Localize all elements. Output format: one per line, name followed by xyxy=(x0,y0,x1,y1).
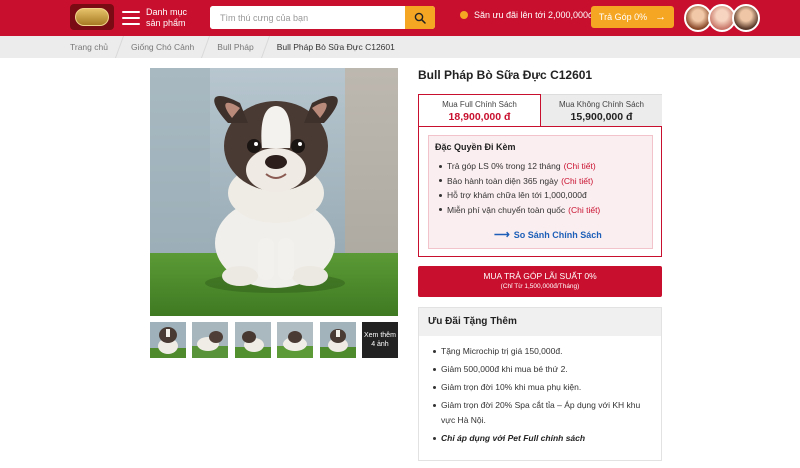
site-logo[interactable] xyxy=(70,4,114,30)
list-item: Giảm trọn đời 20% Spa cắt tỉa – Áp dụng … xyxy=(419,398,661,428)
list-item: Trả góp LS 0% trong 12 tháng (Chi tiết) xyxy=(435,159,600,174)
buy-button-label: MUA TRẢ GÓP LÃI SUẤT 0% xyxy=(483,271,597,281)
tab-price: 15,900,000 đ xyxy=(570,111,633,123)
benefit-text: Miễn phí vận chuyển toàn quốc xyxy=(447,204,566,215)
detail-link[interactable]: (Chi tiết) xyxy=(568,203,600,218)
bullet-icon xyxy=(433,404,436,407)
compare-policy-link[interactable]: ⟶ So Sánh Chính Sách xyxy=(494,228,602,241)
buy-button-sublabel: (Chỉ Từ 1,500,000đ/Tháng) xyxy=(500,283,580,290)
price-tabs: Mua Full Chính Sách 18,900,000 đ Mua Khô… xyxy=(418,94,662,127)
list-item: Giảm 500,000đ khi mua bé thứ 2. xyxy=(419,362,661,377)
gifts-title: Ưu Đãi Tặng Thêm xyxy=(419,308,661,336)
tab-no-policy[interactable]: Mua Không Chính Sách 15,900,000 đ xyxy=(541,94,662,126)
tab-price: 18,900,000 đ xyxy=(448,111,511,123)
puppy-photo xyxy=(150,68,398,316)
thumbnail[interactable] xyxy=(319,322,356,358)
gift-text: Giảm trọn đời 10% khi mua phụ kiện. xyxy=(441,382,582,392)
list-item: Bảo hành toàn diện 365 ngày (Chi tiết) xyxy=(435,174,600,189)
view-more-photos[interactable]: Xem thêm 4 ảnh xyxy=(361,322,398,358)
thumbnail-image xyxy=(192,322,229,358)
installment-label: Trả Góp 0% xyxy=(598,12,648,22)
promo-text: Săn ưu đãi lên tới 2,000,000đ xyxy=(474,10,594,20)
bullet-icon xyxy=(439,208,442,212)
list-item: Giảm trọn đời 10% khi mua phụ kiện. xyxy=(419,380,661,395)
tab-full-policy[interactable]: Mua Full Chính Sách 18,900,000 đ xyxy=(418,94,541,127)
promo-banner[interactable]: Săn ưu đãi lên tới 2,000,000đ xyxy=(460,10,593,20)
hamburger-icon xyxy=(122,11,140,25)
avatar xyxy=(732,4,760,32)
breadcrumb-separator xyxy=(201,36,211,58)
category-menu-button[interactable]: Danh mục sản phẩm xyxy=(122,5,188,31)
benefits-list: Trả góp LS 0% trong 12 tháng (Chi tiết) B… xyxy=(435,159,600,217)
buy-installment-button[interactable]: MUA TRẢ GÓP LÃI SUẤT 0% (Chỉ Từ 1,500,00… xyxy=(418,266,662,297)
search-button[interactable] xyxy=(405,6,435,29)
breadcrumb: Trang chủ Giống Chó Cảnh Bull Pháp Bull … xyxy=(70,36,395,58)
benefit-text: Bảo hành toàn diện 365 ngày xyxy=(447,175,559,186)
arrow-right-icon: → xyxy=(655,11,667,23)
installment-button[interactable]: Trả Góp 0% → xyxy=(591,6,674,28)
tab-label: Mua Full Chính Sách xyxy=(442,100,517,109)
promo-dot-icon xyxy=(460,11,468,19)
bullet-icon xyxy=(439,193,442,197)
search-icon xyxy=(414,12,426,24)
arrow-right-icon: ⟶ xyxy=(494,229,510,241)
breadcrumb-current: Bull Pháp Bò Sữa Đực C12601 xyxy=(276,42,395,52)
list-item: Tặng Microchip trị giá 150,000đ. xyxy=(419,344,661,359)
search-input[interactable] xyxy=(210,6,405,29)
bullet-icon xyxy=(433,350,436,353)
thumbnail[interactable] xyxy=(234,322,271,358)
breadcrumb-category[interactable]: Giống Chó Cảnh xyxy=(131,42,194,52)
bullet-icon xyxy=(433,368,436,371)
bullet-icon xyxy=(439,179,442,183)
benefit-text: Hỗ trợ khám chữa lên tới 1,000,000đ xyxy=(447,190,587,200)
gift-note: Chỉ áp dụng với Pet Full chính sách xyxy=(441,433,586,443)
breadcrumb-bar: Trang chủ Giống Chó Cảnh Bull Pháp Bull … xyxy=(0,36,800,58)
list-item: Chỉ áp dụng với Pet Full chính sách xyxy=(419,431,661,446)
bullet-icon xyxy=(433,437,436,440)
benefits-card: Đặc Quyền Đi Kèm Trả góp LS 0% trong 12 … xyxy=(428,135,653,249)
bullet-icon xyxy=(433,386,436,389)
search-bar xyxy=(210,6,435,29)
logo-emblem xyxy=(75,8,109,26)
view-more-label: Xem thêm 4 ảnh xyxy=(364,332,396,348)
breadcrumb-home[interactable]: Trang chủ xyxy=(70,42,108,52)
thumbnail-image xyxy=(277,322,314,358)
top-header: Danh mục sản phẩm Săn ưu đãi lên tới 2,0… xyxy=(0,0,800,36)
benefits-title: Đặc Quyền Đi Kèm xyxy=(435,142,516,152)
breadcrumb-breed[interactable]: Bull Pháp xyxy=(217,42,253,52)
thumbnail[interactable] xyxy=(192,322,229,358)
thumbnail-strip: Xem thêm 4 ảnh xyxy=(150,322,404,358)
thumbnail-image xyxy=(150,322,186,358)
bullet-icon xyxy=(439,164,442,168)
thumbnail[interactable] xyxy=(277,322,314,358)
category-menu-label: Danh mục sản phẩm xyxy=(146,7,188,28)
detail-link[interactable]: (Chi tiết) xyxy=(564,159,596,174)
compare-label: So Sánh Chính Sách xyxy=(513,229,602,240)
consultant-avatars[interactable] xyxy=(684,4,760,32)
benefits-panel: Đặc Quyền Đi Kèm Trả góp LS 0% trong 12 … xyxy=(418,126,662,257)
gifts-panel: Ưu Đãi Tặng Thêm Tặng Microchip trị giá … xyxy=(418,307,662,461)
gift-text: Tặng Microchip trị giá 150,000đ. xyxy=(441,346,563,356)
tab-label: Mua Không Chính Sách xyxy=(559,100,644,109)
benefit-text: Trả góp LS 0% trong 12 tháng xyxy=(447,161,561,171)
product-title: Bull Pháp Bò Sữa Đực C12601 xyxy=(418,68,593,82)
detail-link[interactable]: (Chi tiết) xyxy=(561,174,593,189)
breadcrumb-separator xyxy=(260,36,270,58)
thumbnail[interactable] xyxy=(150,322,186,358)
list-item: Miễn phí vận chuyển toàn quốc (Chi tiết) xyxy=(435,203,600,218)
gift-text: Giảm 500,000đ khi mua bé thứ 2. xyxy=(441,364,568,374)
gift-text: Giảm trọn đời 20% Spa cắt tỉa – Áp dụng … xyxy=(441,400,641,425)
thumbnail-image xyxy=(319,322,356,358)
list-item: Hỗ trợ khám chữa lên tới 1,000,000đ xyxy=(435,188,600,203)
product-main-image[interactable] xyxy=(150,68,398,316)
thumbnail-image xyxy=(234,322,271,358)
breadcrumb-separator xyxy=(114,36,124,58)
gifts-list: Tặng Microchip trị giá 150,000đ. Giảm 50… xyxy=(419,344,661,446)
